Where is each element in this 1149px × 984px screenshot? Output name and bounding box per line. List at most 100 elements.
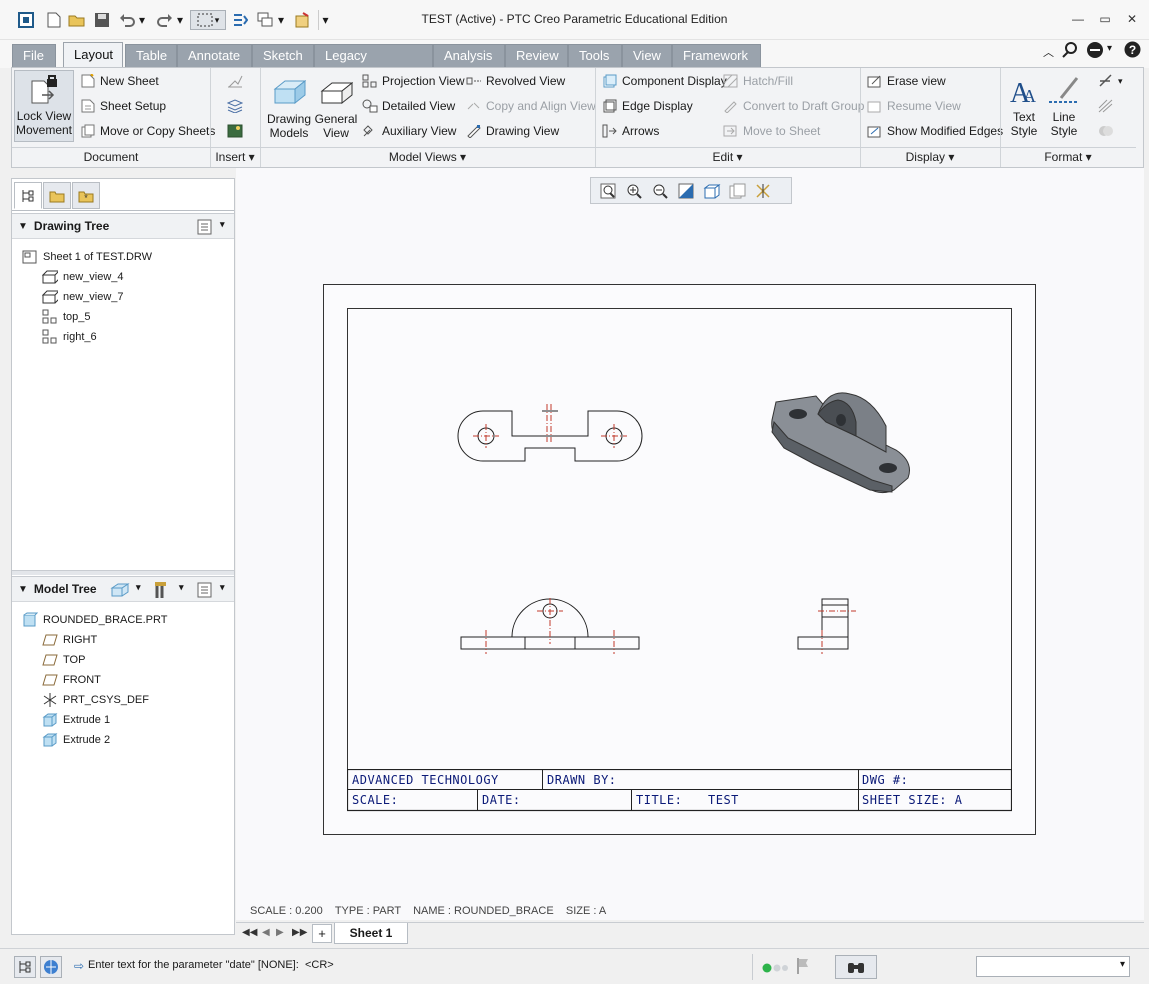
sheet-setup-button[interactable]: Sheet Setup [80,97,166,115]
display-style-icon[interactable] [699,180,725,202]
hatch-fill-button[interactable]: Hatch/Fill [723,72,793,90]
maximize-icon[interactable]: ▭ [1095,10,1115,28]
pane-splitter[interactable] [12,570,234,575]
settings-tools-icon[interactable] [154,581,170,602]
tab-view[interactable]: View [622,44,672,67]
group-format[interactable]: Format ▾ [1000,147,1136,167]
tree-item-datum-plane[interactable]: RIGHT [42,631,97,649]
tree-settings-dropdown-icon[interactable]: ▾ [220,219,225,230]
drawing-tree-header[interactable]: ▼ Drawing Tree ▾ [12,213,234,239]
tab-sketch[interactable]: Sketch [252,44,314,67]
settings-dropdown-icon[interactable]: ▾ [179,582,184,593]
next-sheet-icon[interactable]: ▶ [276,927,284,938]
tree-columns-icon[interactable] [197,582,213,601]
last-sheet-icon[interactable]: ▶▶ [292,927,307,938]
projection-view-button[interactable]: Projection View [362,72,465,90]
line-style-button[interactable]: Line Style [1044,72,1084,138]
close-icon[interactable]: ✕ [1122,10,1142,28]
group-display[interactable]: Display ▾ [860,147,1000,167]
copy-align-view-button[interactable]: Copy and Align View [466,97,596,115]
drawing-models-button[interactable]: Drawing Models [264,78,314,140]
view-right[interactable] [794,594,858,654]
tab-framework[interactable]: Framework [672,44,761,67]
tab-sheet-1[interactable]: Sheet 1 [334,923,408,944]
view-front[interactable] [455,594,645,654]
tree-item-view[interactable]: new_view_7 [42,288,124,306]
find-icon[interactable] [835,955,877,979]
tree-item-datum-plane[interactable]: TOP [42,651,85,669]
erase-view-button[interactable]: Erase view [867,72,946,90]
group-document[interactable]: Document [12,147,210,167]
tree-item-view[interactable]: top_5 [42,308,91,326]
tree-item-extrude[interactable]: Extrude 1 [42,711,110,729]
move-to-sheet-button[interactable]: Move to Sheet [723,122,820,140]
arrows-button[interactable]: Arrows [602,122,659,140]
collapse-icon[interactable]: ▼ [18,584,28,595]
group-insert[interactable]: Insert ▾ [210,147,260,167]
collapse-icon[interactable]: ▼ [18,221,28,232]
add-sheet-button[interactable]: + [312,924,332,943]
help-icon[interactable]: ? [1124,41,1141,61]
tree-item-view[interactable]: right_6 [42,328,97,346]
toggle-browser-icon[interactable] [40,956,62,978]
first-sheet-icon[interactable]: ◀◀ [242,927,257,938]
tab-annotate[interactable]: Annotate [177,44,252,67]
collapse-ribbon-icon[interactable]: ︿ [1043,44,1054,60]
selection-filter-select[interactable]: ▾ [976,956,1130,977]
resume-view-button[interactable]: Resume View [867,97,961,115]
tree-item-part[interactable]: ROUNDED_BRACE.PRT [22,611,168,629]
view-isometric[interactable] [768,392,918,496]
insert-layer-button[interactable] [227,97,247,115]
show-icon[interactable] [110,582,130,601]
move-copy-sheets-button[interactable]: Move or Copy Sheets [80,122,215,140]
component-display-button[interactable]: Component Display [602,72,727,90]
insert-image-button[interactable] [227,122,247,140]
show-dropdown-icon[interactable]: ▾ [136,582,141,593]
general-view-button[interactable]: General View [314,78,358,140]
community-icon[interactable] [1086,41,1104,62]
group-edit[interactable]: Edit ▾ [595,147,860,167]
tree-settings-icon[interactable] [197,219,213,238]
tree-item-csys[interactable]: PRT_CSYS_DEF [42,691,149,709]
revolved-view-button[interactable]: Revolved View [466,72,565,90]
toggle-navigator-icon[interactable] [14,956,36,978]
group-model-views[interactable]: Model Views ▾ [260,147,595,167]
tree-item-datum-plane[interactable]: FRONT [42,671,101,689]
edge-display-button[interactable]: Edge Display [602,97,693,115]
tab-tools[interactable]: Tools [568,44,622,67]
insert-datum-button[interactable] [227,72,247,90]
detailed-view-button[interactable]: Detailed View [362,97,455,115]
datum-display-icon[interactable] [751,180,777,202]
tab-file[interactable]: File ▾ [12,44,56,85]
community-dropdown-icon[interactable]: ▾ [1107,43,1112,54]
flag-icon[interactable] [796,957,810,978]
format-hatch-button[interactable] [1098,97,1118,115]
tab-legacy-migration[interactable]: Legacy Migration [314,44,433,85]
refit-icon[interactable] [595,180,621,202]
auxiliary-view-button[interactable]: Auxiliary View [362,122,456,140]
prev-sheet-icon[interactable]: ◀ [262,927,270,938]
new-sheet-button[interactable]: New Sheet [80,72,159,90]
minimize-icon[interactable]: — [1068,10,1088,28]
format-symbol-button[interactable] [1098,122,1118,140]
tree-item-extrude[interactable]: Extrude 2 [42,731,110,749]
tree-columns-dropdown-icon[interactable]: ▾ [220,582,225,593]
tree-item-view[interactable]: new_view_4 [42,268,124,286]
tab-favorites[interactable]: * [72,182,100,209]
text-style-button[interactable]: AA Text Style [1004,72,1044,138]
zoom-out-icon[interactable] [647,180,673,202]
show-modified-edges-button[interactable]: Show Modified Edges [867,122,1003,140]
repaint-icon[interactable] [673,180,699,202]
lock-view-movement-button[interactable]: Lock View Movement [14,70,74,142]
zoom-in-icon[interactable] [621,180,647,202]
tab-analysis[interactable]: Analysis [433,44,505,67]
tab-table[interactable]: Table [125,44,177,67]
tab-review[interactable]: Review [505,44,568,67]
tab-layout[interactable]: Layout [63,42,123,68]
tab-model-tree-nav[interactable] [14,182,42,209]
convert-draft-group-button[interactable]: Convert to Draft Group [723,97,864,115]
tree-item-sheet[interactable]: Sheet 1 of TEST.DRW [22,248,152,266]
sheets-icon[interactable] [725,180,751,202]
view-top[interactable] [455,400,645,468]
model-tree-header[interactable]: ▼ Model Tree ▾ ▾ ▾ [12,576,234,602]
